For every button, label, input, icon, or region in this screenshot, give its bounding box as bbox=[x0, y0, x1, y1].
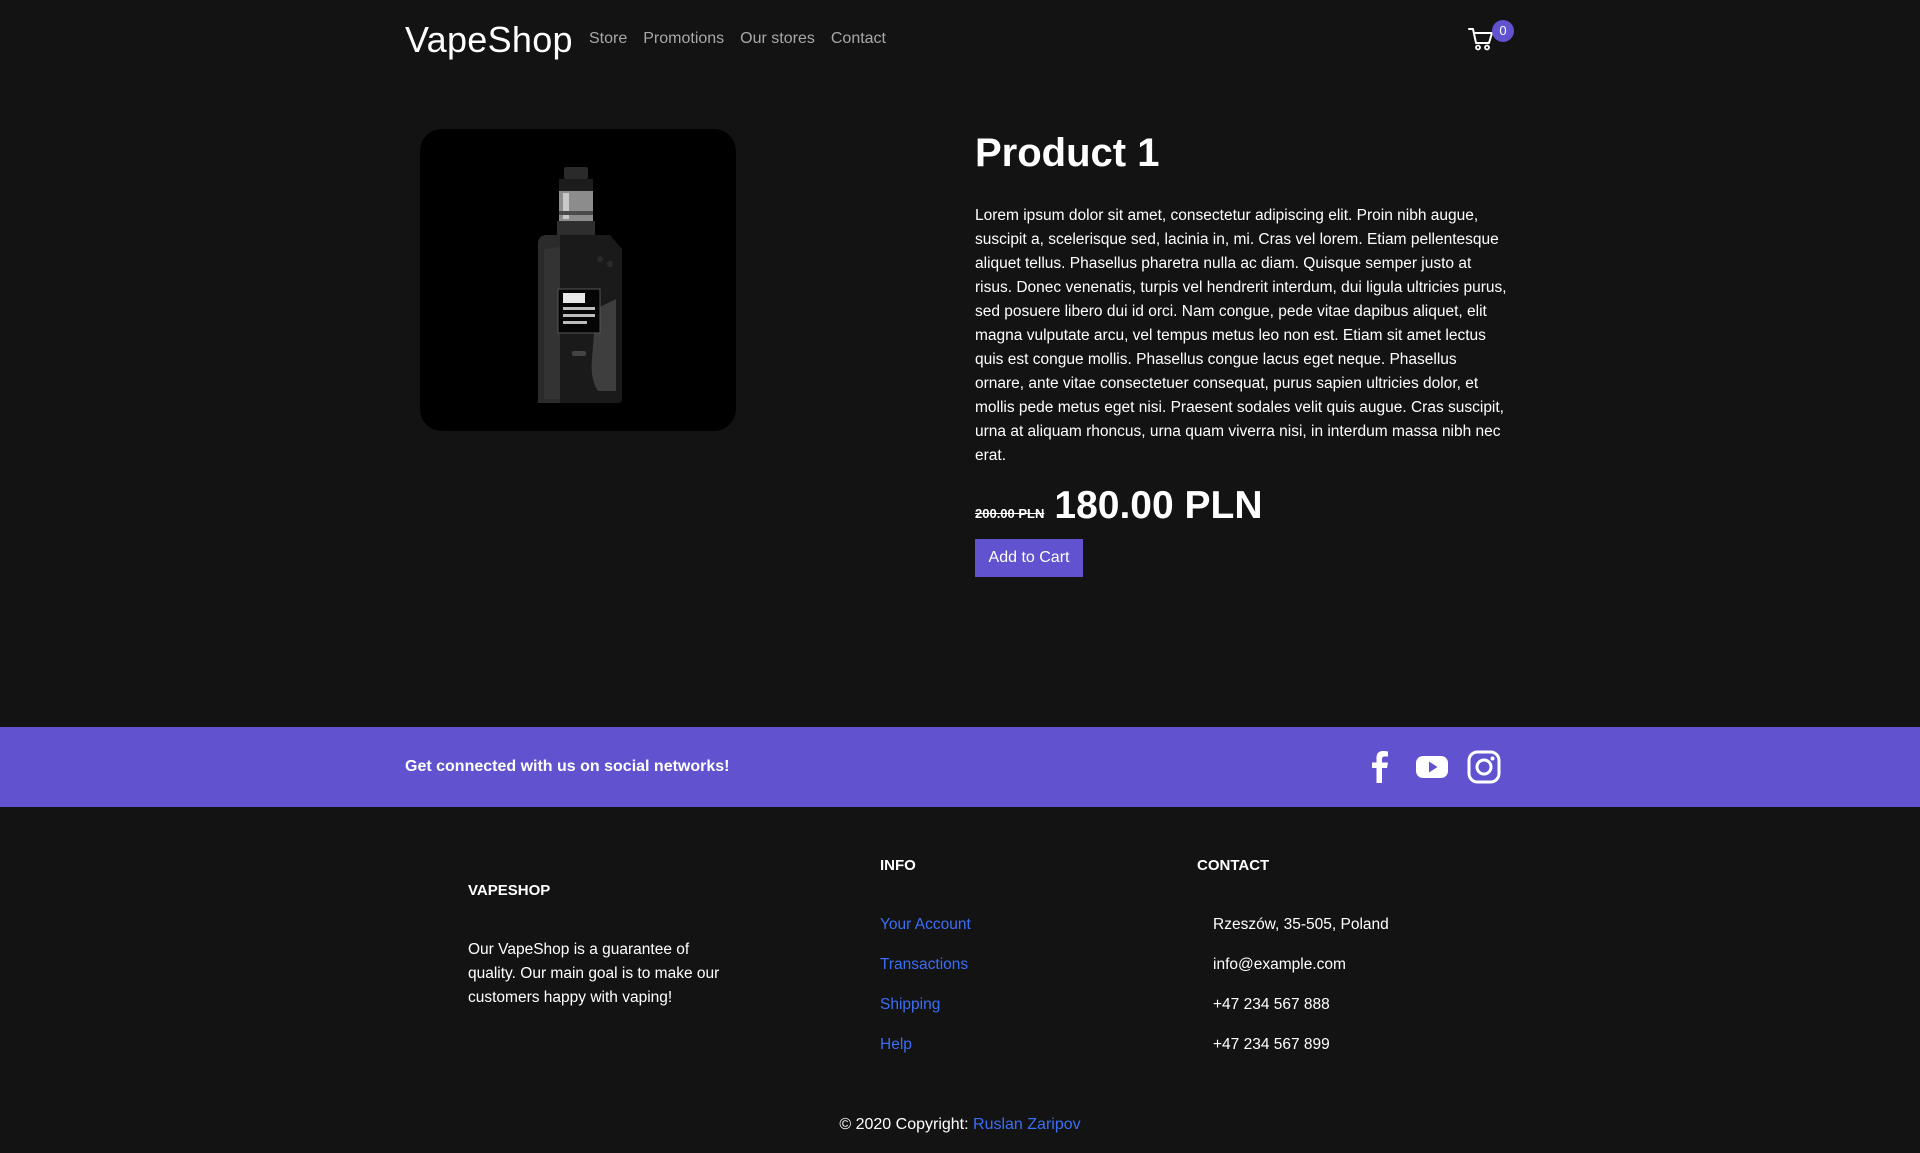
footer-link-transactions[interactable]: Transactions bbox=[880, 956, 968, 974]
nav-link-promotions[interactable]: Promotions bbox=[643, 30, 724, 48]
current-price: 180.00 PLN bbox=[1054, 484, 1263, 527]
product-title: Product 1 bbox=[975, 131, 1160, 175]
contact-phone-2: +47 234 567 899 bbox=[1213, 1036, 1330, 1053]
footer-link-your-account[interactable]: Your Account bbox=[880, 916, 971, 934]
footer-info-title: INFO bbox=[880, 857, 916, 874]
nav-link-contact[interactable]: Contact bbox=[831, 30, 886, 48]
contact-phone-1: +47 234 567 888 bbox=[1213, 996, 1330, 1013]
add-to-cart-button[interactable]: Add to Cart bbox=[975, 539, 1083, 577]
footer-link-shipping[interactable]: Shipping bbox=[880, 996, 940, 1014]
footer-about-text: Our VapeShop is a guarantee of quality. … bbox=[468, 941, 720, 1006]
cart-icon bbox=[1468, 28, 1493, 51]
cart-button[interactable]: 0 bbox=[1468, 20, 1514, 52]
contact-address: Rzeszów, 35-505, Poland bbox=[1213, 916, 1389, 933]
nav-links: Store Promotions Our stores Contact bbox=[589, 30, 886, 48]
contact-email: info@example.com bbox=[1213, 956, 1346, 973]
social-bar: Get connected with us on social networks… bbox=[0, 727, 1920, 807]
brand-logo[interactable]: VapeShop bbox=[405, 19, 573, 61]
facebook-icon[interactable] bbox=[1362, 749, 1398, 785]
product-description: Lorem ipsum dolor sit amet, consectetur … bbox=[975, 207, 1507, 464]
product-image bbox=[420, 129, 736, 431]
social-text: Get connected with us on social networks… bbox=[405, 758, 730, 775]
vape-device-illustration bbox=[538, 167, 622, 403]
footer-contact-title: CONTACT bbox=[1197, 857, 1270, 874]
navbar: VapeShop Store Promotions Our stores Con… bbox=[0, 0, 1920, 82]
copyright: © 2020 Copyright: Ruslan Zaripov bbox=[0, 1116, 1920, 1134]
instagram-icon[interactable] bbox=[1466, 749, 1502, 785]
copyright-author-link[interactable]: Ruslan Zaripov bbox=[973, 1116, 1081, 1133]
old-price: 200.00 PLN bbox=[975, 506, 1045, 521]
footer-link-help[interactable]: Help bbox=[880, 1036, 912, 1054]
copyright-text: © 2020 Copyright: bbox=[839, 1116, 974, 1133]
youtube-icon[interactable] bbox=[1414, 749, 1450, 785]
footer-about-title: VAPESHOP bbox=[468, 882, 551, 899]
price-row: 200.00 PLN 180.00 PLN bbox=[975, 484, 1263, 528]
nav-link-our-stores[interactable]: Our stores bbox=[740, 30, 815, 48]
nav-link-store[interactable]: Store bbox=[589, 30, 627, 48]
cart-count-badge: 0 bbox=[1492, 20, 1514, 42]
